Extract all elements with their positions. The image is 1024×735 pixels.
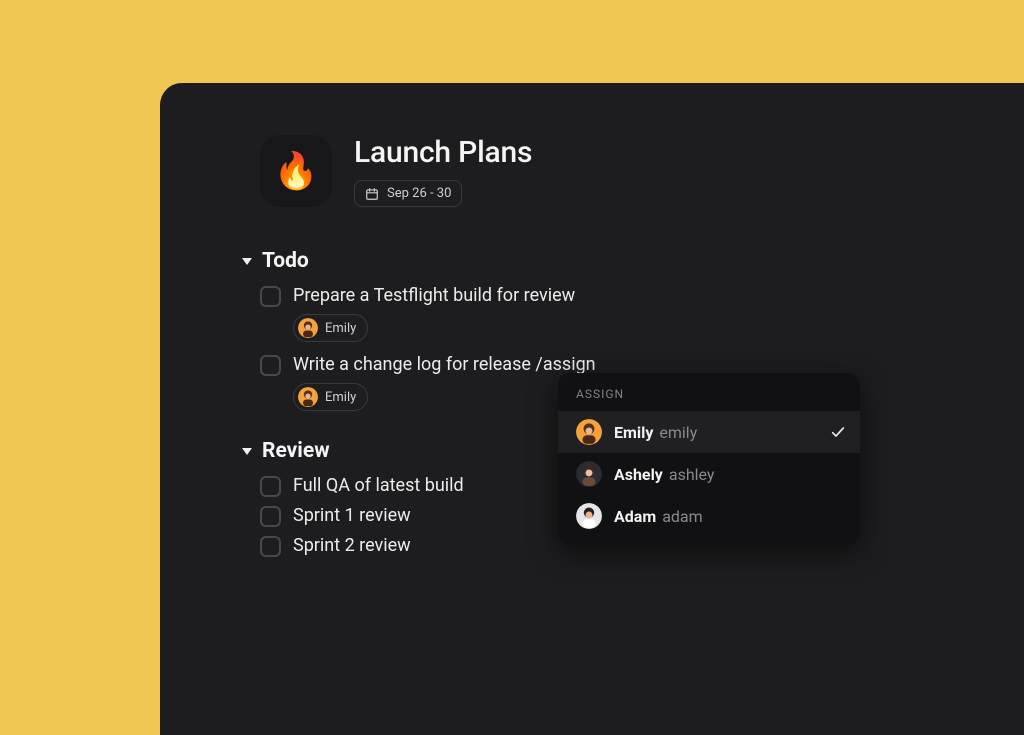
avatar-emily	[298, 318, 318, 338]
assignee-chip[interactable]: Emily	[293, 383, 368, 411]
date-range-chip[interactable]: Sep 26 - 30	[354, 180, 462, 207]
task-row[interactable]: Prepare a Testflight build for review Em…	[260, 285, 1024, 346]
calendar-icon	[365, 187, 379, 201]
task-checkbox[interactable]	[260, 476, 281, 497]
check-icon	[830, 424, 846, 440]
task-body: Prepare a Testflight build for review Em…	[293, 285, 575, 346]
option-handle: emily	[659, 423, 697, 442]
assign-popover: ASSIGN Emily emily	[558, 373, 860, 545]
assign-option-adam[interactable]: Adam adam	[558, 495, 860, 537]
caret-down-icon	[242, 448, 252, 455]
assign-popover-label: ASSIGN	[558, 373, 860, 411]
option-display-name: Ashely	[614, 465, 663, 484]
task-checkbox[interactable]	[260, 536, 281, 557]
task-title[interactable]: Prepare a Testflight build for review	[293, 285, 575, 306]
assignee-name: Emily	[325, 321, 356, 336]
option-handle: adam	[662, 507, 702, 526]
section-header-todo[interactable]: Todo	[260, 249, 1024, 273]
task-checkbox[interactable]	[260, 286, 281, 307]
task-checkbox[interactable]	[260, 506, 281, 527]
task-title[interactable]: Sprint 1 review	[293, 505, 411, 526]
task-checkbox[interactable]	[260, 355, 281, 376]
task-title[interactable]: Write a change log for release /assign	[293, 354, 596, 375]
section-title-todo: Todo	[262, 249, 309, 273]
option-display-name: Adam	[614, 507, 656, 526]
caret-down-icon	[242, 258, 252, 265]
avatar-ashely	[576, 461, 602, 487]
assign-option-ashely[interactable]: Ashely ashley	[558, 453, 860, 495]
page-title[interactable]: Launch Plans	[354, 135, 532, 170]
assign-option-emily[interactable]: Emily emily	[558, 411, 860, 453]
title-stack: Launch Plans Sep 26 - 30	[354, 135, 532, 207]
task-title[interactable]: Full QA of latest build	[293, 475, 464, 496]
page-icon-fire[interactable]: 🔥	[260, 135, 332, 207]
option-handle: ashley	[669, 465, 715, 484]
app-window: 🔥 Launch Plans Sep 26 - 30 Todo P	[160, 83, 1024, 735]
option-display-name: Emily	[614, 423, 653, 442]
avatar-emily	[576, 419, 602, 445]
fire-icon: 🔥	[274, 150, 319, 192]
assignee-name: Emily	[325, 390, 356, 405]
task-title[interactable]: Sprint 2 review	[293, 535, 411, 556]
section-title-review: Review	[262, 439, 330, 463]
avatar-adam	[576, 503, 602, 529]
date-range-text: Sep 26 - 30	[387, 186, 451, 201]
assignee-chip[interactable]: Emily	[293, 314, 368, 342]
avatar-emily	[298, 387, 318, 407]
page-header: 🔥 Launch Plans Sep 26 - 30	[260, 135, 1024, 207]
task-body: Write a change log for release /assign E…	[293, 354, 596, 415]
